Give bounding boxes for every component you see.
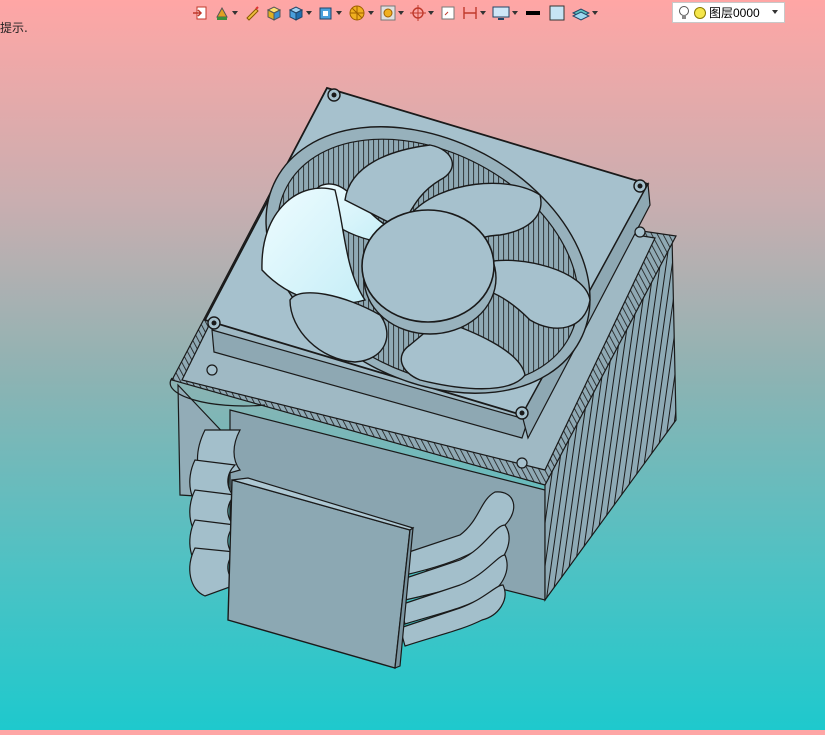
monitor-button[interactable] <box>490 2 520 24</box>
box-button[interactable] <box>264 2 284 24</box>
cube-section-icon <box>319 7 332 20</box>
dimension-button[interactable] <box>460 2 488 24</box>
chevron-down-icon[interactable] <box>512 11 518 15</box>
chevron-down-icon[interactable] <box>772 10 778 14</box>
fill-color-button[interactable] <box>546 2 568 24</box>
lightbulb-icon <box>679 5 689 19</box>
chevron-down-icon[interactable] <box>428 11 434 15</box>
layer-label: 图层0000 <box>709 6 760 20</box>
chevron-down-icon[interactable] <box>232 11 238 15</box>
3d-viewport[interactable] <box>0 0 825 730</box>
sphere-button[interactable] <box>346 2 376 24</box>
cube-section-button[interactable] <box>316 2 344 24</box>
sheet-icon <box>441 6 455 20</box>
pencil-icon <box>246 6 259 21</box>
paint-icon <box>216 6 228 20</box>
layer-dropdown[interactable]: 图层0000 <box>672 2 785 23</box>
line-color-button[interactable] <box>522 2 544 24</box>
crosshair-button[interactable] <box>408 2 436 24</box>
paint-button[interactable] <box>212 2 240 24</box>
view-toolbar <box>190 1 600 25</box>
crosshair-icon <box>410 5 426 21</box>
chevron-down-icon[interactable] <box>480 11 486 15</box>
line-color-icon <box>526 11 540 15</box>
frame-button[interactable] <box>378 2 406 24</box>
cube-icon <box>288 6 304 21</box>
status-hint: 提示. <box>0 21 28 35</box>
sheet-button[interactable] <box>438 2 458 24</box>
frame-icon <box>380 5 396 21</box>
chevron-down-icon[interactable] <box>306 11 312 15</box>
cube-button[interactable] <box>286 2 314 24</box>
pencil-button[interactable] <box>242 2 262 24</box>
exit-icon <box>193 6 207 20</box>
dimension-icon <box>463 7 477 19</box>
layer-stack-icon <box>572 8 590 21</box>
box-yellow-icon <box>266 6 282 21</box>
fill-color-icon <box>549 5 565 21</box>
chevron-down-icon[interactable] <box>592 11 598 15</box>
exit-button[interactable] <box>190 2 210 24</box>
layer-stack-button[interactable] <box>570 2 600 24</box>
yellow-circle-icon <box>694 6 706 19</box>
chevron-down-icon[interactable] <box>398 11 404 15</box>
chevron-down-icon[interactable] <box>368 11 374 15</box>
monitor-icon <box>492 6 510 20</box>
chevron-down-icon[interactable] <box>336 11 342 15</box>
cpu-cooler-model <box>169 86 677 669</box>
sphere-icon <box>349 5 365 21</box>
